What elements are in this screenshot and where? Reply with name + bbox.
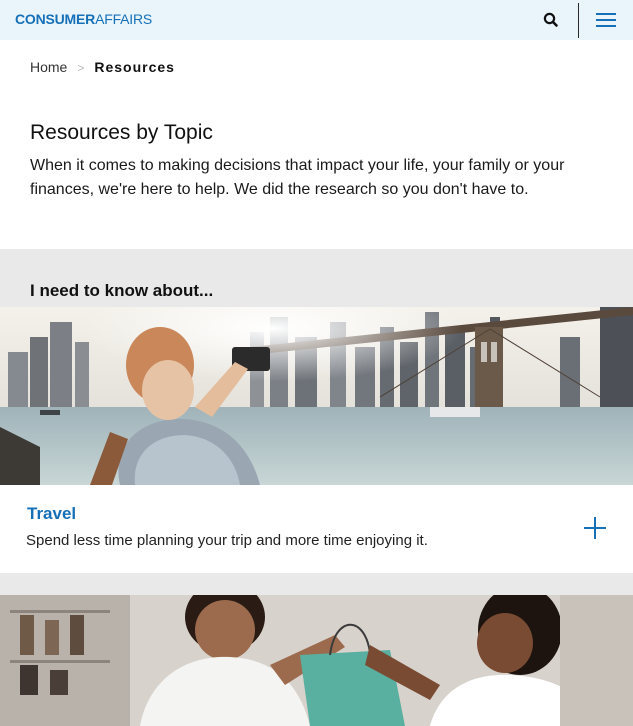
top-header: CONSUMERAFFAIRS [0,0,633,40]
search-icon [543,12,558,27]
breadcrumb-chevron-icon: > [77,61,85,75]
hamburger-menu-icon [596,13,616,15]
logo-text-bold: CONSUMER [15,11,96,27]
hamburger-menu-button[interactable] [594,10,618,30]
topic-card-travel[interactable]: Travel Spend less time planning your tri… [0,307,633,573]
topics-heading: I need to know about... [30,281,214,300]
breadcrumb-current: Resources [94,59,175,75]
breadcrumb-home-link[interactable]: Home [30,59,67,75]
intro-text: When it comes to making decisions that i… [30,157,565,198]
card-description-travel: Spend less time planning your trip and m… [26,532,428,549]
breadcrumb: Home > Resources [30,59,175,75]
consumeraffairs-logo[interactable]: CONSUMERAFFAIRS [15,11,152,27]
topic-card-shopping[interactable] [0,595,633,726]
header-divider [578,3,579,38]
travel-photo [0,307,633,485]
hamburger-menu-icon-bar [596,25,616,27]
hamburger-menu-icon-bar [596,19,616,21]
expand-travel-plus-icon[interactable] [584,517,606,539]
search-button[interactable] [540,9,562,31]
page-title: Resources by Topic [30,121,213,144]
shopping-photo [0,595,633,726]
card-title-travel[interactable]: Travel [27,504,76,524]
logo-text-light: AFFAIRS [95,11,153,27]
